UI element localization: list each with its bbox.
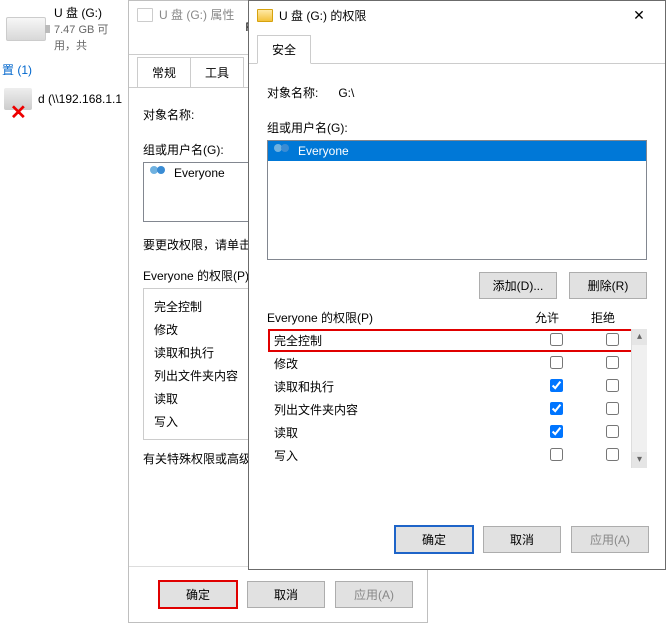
close-button[interactable]: ✕ [621, 7, 657, 24]
list-item-label: Everyone [174, 166, 225, 180]
permissions-title: U 盘 (G:) 的权限 [279, 7, 621, 24]
column-deny: 拒绝 [575, 309, 631, 326]
permission-label: 列出文件夹内容 [274, 401, 528, 418]
group-icon [150, 166, 168, 180]
object-name-label: 对象名称: [143, 106, 194, 123]
permission-label: 修改 [274, 355, 528, 372]
group-icon [274, 144, 292, 158]
permissions-titlebar: U 盘 (G:) 的权限 ✕ [249, 1, 665, 30]
deny-checkbox[interactable] [606, 379, 619, 392]
deny-checkbox[interactable] [606, 448, 619, 461]
permission-row: 列出文件夹内容 [268, 398, 646, 421]
cancel-button[interactable]: 取消 [247, 581, 325, 608]
list-item[interactable]: Everyone [268, 141, 646, 161]
tab-tools[interactable]: 工具 [190, 57, 244, 87]
column-allow: 允许 [519, 309, 575, 326]
list-item-label: Everyone [298, 144, 349, 158]
scroll-up-icon[interactable]: ▴ [632, 329, 647, 345]
ok-button[interactable]: 确定 [159, 581, 237, 608]
allow-checkbox[interactable] [550, 448, 563, 461]
tab-general[interactable]: 常规 [137, 57, 191, 87]
group-users-label: 组或用户名(G): [267, 119, 647, 136]
object-name-label: 对象名称: [267, 84, 318, 101]
scroll-down-icon[interactable]: ▾ [632, 452, 647, 468]
usb-drive-icon [6, 17, 46, 41]
remove-button[interactable]: 删除(R) [569, 272, 647, 299]
network-drive-label: d (\\192.168.1.1 [38, 92, 122, 106]
drive-row[interactable]: U 盘 (G:) 7.47 GB 可用，共 [0, 0, 130, 57]
permission-label: 完全控制 [274, 332, 528, 349]
apply-button[interactable]: 应用(A) [335, 581, 413, 608]
permission-label: 读取和执行 [274, 378, 528, 395]
permission-label: 写入 [274, 447, 528, 464]
allow-checkbox[interactable] [550, 356, 563, 369]
location-group-link[interactable]: 置 (1) [0, 57, 130, 82]
drive-free-text: 7.47 GB 可用，共 [54, 21, 124, 53]
deny-checkbox[interactable] [606, 333, 619, 346]
allow-checkbox[interactable] [550, 379, 563, 392]
properties-button-row: 确定 取消 应用(A) [129, 566, 427, 622]
scrollbar[interactable]: ▴ ▾ [631, 329, 647, 468]
disconnected-icon: ✕ [10, 100, 27, 125]
deny-checkbox[interactable] [606, 425, 619, 438]
add-button[interactable]: 添加(D)... [479, 272, 557, 299]
permission-row: 完全控制 [268, 329, 646, 352]
permissions-dialog: U 盘 (G:) 的权限 ✕ 安全 对象名称: G:\ 组或用户名(G): Ev… [248, 0, 666, 570]
deny-checkbox[interactable] [606, 402, 619, 415]
explorer-panel: U 盘 (G:) 7.47 GB 可用，共 置 (1) ✕ d (\\192.1… [0, 0, 130, 623]
permissions-table: Everyone 的权限(P) 允许 拒绝 完全控制修改读取和执行列出文件夹内容… [267, 309, 647, 468]
permission-row: 读取 [268, 421, 646, 444]
apply-button[interactable]: 应用(A) [571, 526, 649, 553]
network-drive-row[interactable]: ✕ d (\\192.168.1.1 [0, 82, 130, 116]
permissions-header: Everyone 的权限(P) [267, 309, 519, 326]
deny-checkbox[interactable] [606, 356, 619, 369]
permission-row: 写入 [268, 444, 646, 467]
folder-icon [257, 9, 273, 22]
permission-row: 修改 [268, 352, 646, 375]
allow-checkbox[interactable] [550, 333, 563, 346]
tab-security[interactable]: 安全 [257, 35, 311, 64]
drive-label: U 盘 (G:) [54, 4, 124, 21]
object-name-value: G:\ [338, 86, 354, 100]
permission-label: 读取 [274, 424, 528, 441]
ok-button[interactable]: 确定 [395, 526, 473, 553]
allow-checkbox[interactable] [550, 425, 563, 438]
cancel-button[interactable]: 取消 [483, 526, 561, 553]
permissions-button-row: 确定 取消 应用(A) [249, 510, 665, 569]
allow-checkbox[interactable] [550, 402, 563, 415]
permissions-tabs: 安全 [249, 30, 665, 64]
permission-row: 读取和执行 [268, 375, 646, 398]
group-users-listbox[interactable]: Everyone [267, 140, 647, 260]
